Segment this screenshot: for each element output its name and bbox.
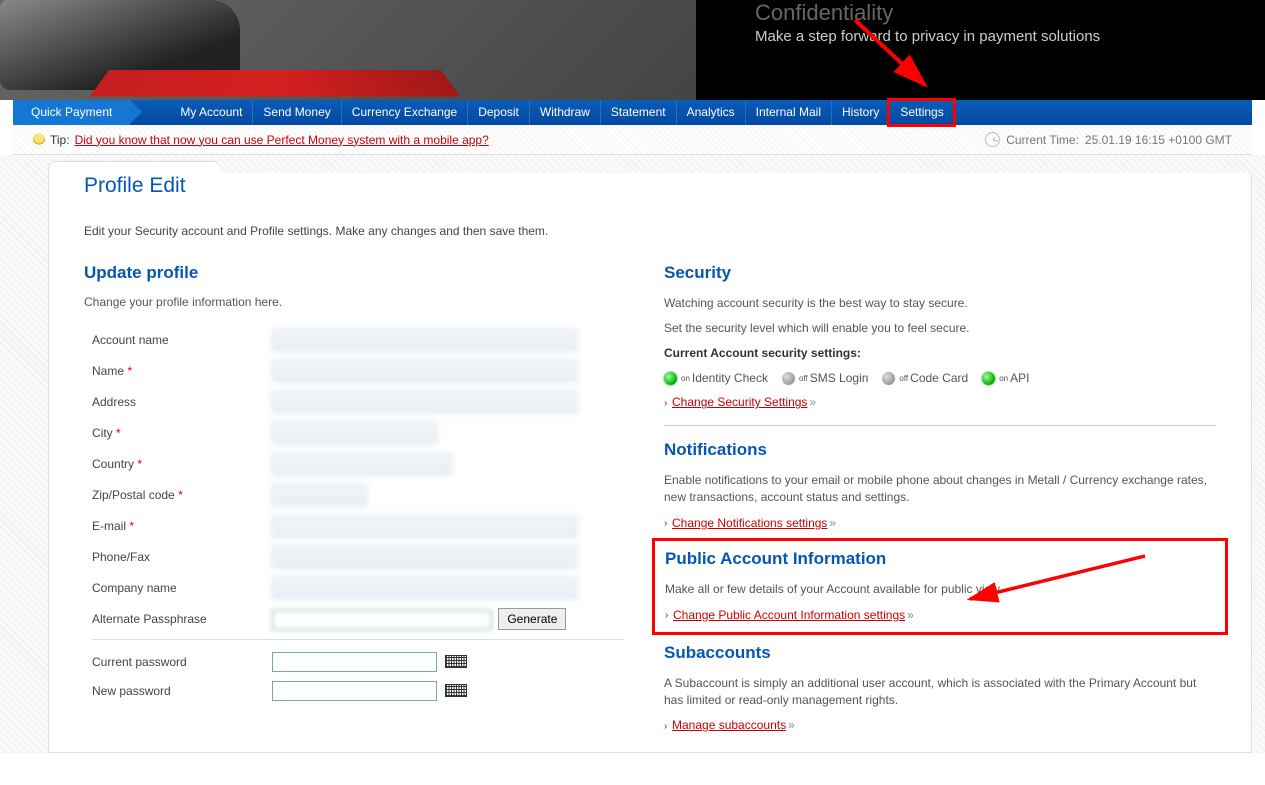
annotation-arrow-public [955,551,1155,611]
nav-internal-mail[interactable]: Internal Mail [745,100,831,125]
nav-my-account[interactable]: My Account [170,100,252,125]
status-dot-icon [882,372,895,385]
country-select[interactable] [272,453,452,475]
status-dot-icon [664,372,677,385]
current-password-input[interactable] [272,652,437,672]
city-input[interactable] [272,422,437,444]
keyboard-icon[interactable] [445,684,467,697]
label-passphrase: Alternate Passphrase [92,612,272,626]
nav-deposit[interactable]: Deposit [467,100,529,125]
zip-input[interactable] [272,484,367,506]
opt-api: API [1010,371,1029,385]
subaccounts-heading: Subaccounts [664,643,1216,663]
page-title: Profile Edit [48,161,217,206]
label-current-password: Current password [92,655,272,669]
nav-history[interactable]: History [831,100,889,125]
hero-banner: Confidentiality Make a step forward to p… [0,0,1265,100]
opt-code: Code Card [910,371,968,385]
security-line2: Set the security level which will enable… [664,320,1216,337]
nav-withdraw[interactable]: Withdraw [529,100,600,125]
label-city: City * [92,426,272,440]
update-profile-hint: Change your profile information here. [84,295,624,309]
subaccounts-text: A Subaccount is simply an additional use… [664,675,1216,709]
nav-analytics[interactable]: Analytics [676,100,745,125]
nav-send-money[interactable]: Send Money [252,100,340,125]
tip-link[interactable]: Did you know that now you can use Perfec… [75,133,489,147]
security-heading: Security [664,263,1216,283]
passphrase-input[interactable] [272,610,492,630]
label-company: Company name [92,581,272,595]
main-nav: Quick Payment My Account Send Money Curr… [13,100,1252,125]
manage-subaccounts-link[interactable]: Manage subaccounts [672,718,786,732]
opt-sms: SMS Login [810,371,869,385]
notifications-heading: Notifications [664,440,1216,460]
change-public-account-link[interactable]: Change Public Account Information settin… [673,608,905,622]
info-bar: Tip: Did you know that now you can use P… [13,125,1252,155]
name-input[interactable] [272,360,577,382]
keyboard-icon[interactable] [445,655,467,668]
label-email: E-mail * [92,519,272,533]
status-dot-icon [982,372,995,385]
quick-payment-button[interactable]: Quick Payment [13,100,130,125]
label-new-password: New password [92,684,272,698]
update-profile-column: Update profile Change your profile infor… [84,263,624,732]
update-profile-heading: Update profile [84,263,624,283]
label-country: Country * [92,457,272,471]
highlight-public-account: Public Account Information Make all or f… [652,538,1228,635]
change-notifications-link[interactable]: Change Notifications settings [672,516,827,530]
content-panel: Profile Edit Edit your Security account … [48,173,1252,753]
sidebar-sections: Security Watching account security is th… [664,263,1216,732]
time-value: 25.01.19 16:15 +0100 GMT [1085,133,1232,147]
annotation-arrow-settings [850,15,970,100]
notifications-text: Enable notifications to your email or mo… [664,472,1216,506]
page-subtitle: Edit your Security account and Profile s… [84,224,1216,238]
change-security-link[interactable]: Change Security Settings [672,395,807,409]
security-line1: Watching account security is the best wa… [664,295,1216,312]
label-zip: Zip/Postal code * [92,488,272,502]
banner-image-placeholder [0,0,696,100]
account-name-input[interactable] [272,329,577,351]
label-account-name: Account name [92,333,272,347]
tip-label: Tip: [50,133,70,147]
company-input[interactable] [272,577,577,599]
address-input[interactable] [272,391,577,413]
security-current-label: Current Account security settings: [664,345,1216,362]
nav-currency-exchange[interactable]: Currency Exchange [341,100,467,125]
label-address: Address [92,395,272,409]
new-password-input[interactable] [272,681,437,701]
phone-input[interactable] [272,546,577,568]
label-name: Name * [92,364,272,378]
email-input[interactable] [272,515,577,537]
tip-bulb-icon [33,133,45,147]
label-phone: Phone/Fax [92,550,272,564]
opt-identity: Identity Check [692,371,768,385]
clock-icon [985,132,1000,147]
nav-statement[interactable]: Statement [600,100,676,125]
status-dot-icon [782,372,795,385]
nav-settings[interactable]: Settings [889,100,953,125]
generate-button[interactable]: Generate [498,608,566,630]
time-label: Current Time: [1006,133,1079,147]
